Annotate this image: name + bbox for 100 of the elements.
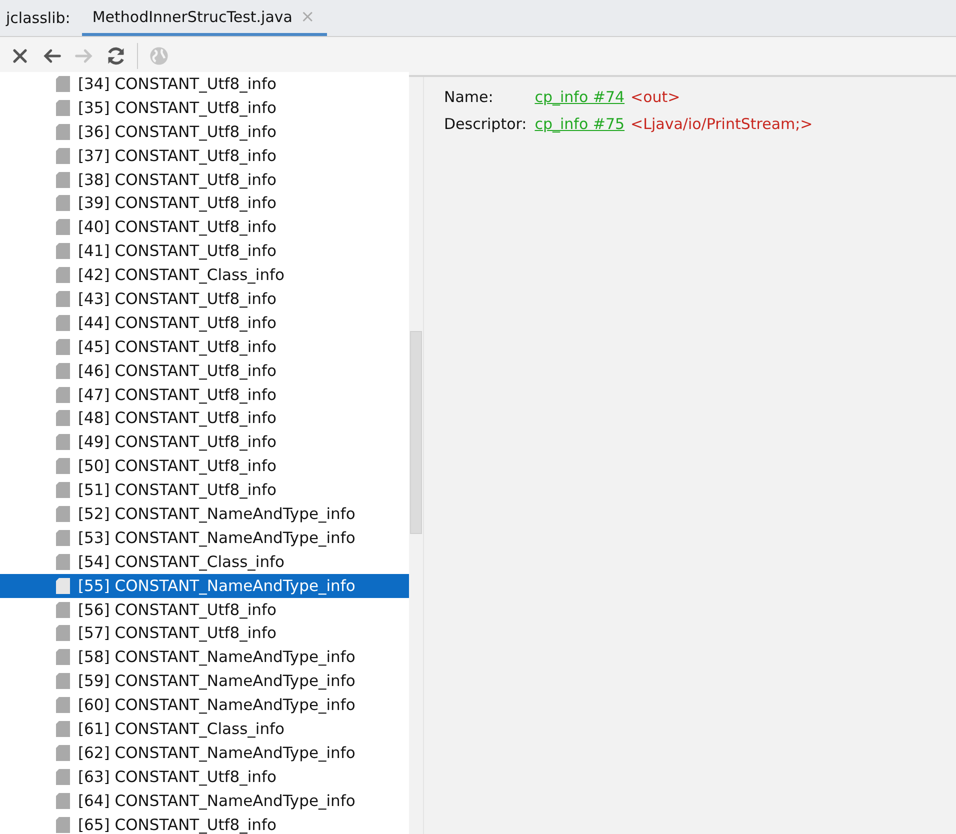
file-icon: [56, 172, 70, 188]
tree-item[interactable]: [59] CONSTANT_NameAndType_info: [0, 669, 409, 694]
tree-item-label: [36] CONSTANT_Utf8_info: [78, 122, 276, 141]
tree-item-label: [54] CONSTANT_Class_info: [78, 552, 284, 571]
tree-item-label: [40] CONSTANT_Utf8_info: [78, 218, 276, 236]
file-icon: [56, 602, 70, 618]
file-icon: [56, 338, 70, 355]
tree-item-label: [35] CONSTANT_Utf8_info: [78, 98, 276, 117]
tree-item[interactable]: [37] CONSTANT_Utf8_info: [0, 144, 409, 168]
file-icon: [56, 673, 70, 690]
tree-item-label: [62] CONSTANT_NameAndType_info: [78, 744, 356, 762]
file-icon: [56, 195, 70, 212]
tree-item-label: [38] CONSTANT_Utf8_info: [78, 170, 276, 188]
file-icon: [56, 243, 70, 260]
tree-item-label: [57] CONSTANT_Utf8_info: [78, 624, 276, 642]
tree-item-label: [47] CONSTANT_Utf8_info: [78, 386, 276, 404]
file-icon: [56, 458, 70, 474]
file-icon: [56, 434, 70, 450]
tree-item-label: [44] CONSTANT_Utf8_info: [78, 314, 276, 332]
panel-label: jclasslib:: [4, 9, 72, 27]
tree-item-label: [49] CONSTANT_Utf8_info: [78, 433, 276, 452]
file-icon: [56, 649, 70, 666]
tree-item[interactable]: [55] CONSTANT_NameAndType_info: [0, 574, 409, 598]
scrollbar-thumb[interactable]: [410, 331, 422, 534]
tree-item[interactable]: [62] CONSTANT_NameAndType_info: [0, 740, 409, 765]
file-icon: [56, 290, 70, 307]
tree-item-label: [61] CONSTANT_Class_info: [78, 720, 284, 738]
tree-item[interactable]: [65] CONSTANT_Utf8_info: [0, 812, 409, 834]
tree-item[interactable]: [46] CONSTANT_Utf8_info: [0, 358, 409, 383]
file-icon: [56, 76, 70, 92]
tree-item-label: [37] CONSTANT_Utf8_info: [78, 146, 276, 165]
file-icon: [56, 410, 70, 426]
tree-item-label: [34] CONSTANT_Utf8_info: [78, 74, 276, 93]
tree-item-label: [48] CONSTANT_Utf8_info: [78, 409, 276, 428]
field-label: Name:: [444, 88, 494, 106]
file-icon: [56, 148, 70, 164]
tree-item-label: [52] CONSTANT_NameAndType_info: [78, 504, 356, 523]
tree-item-label: [42] CONSTANT_Class_info: [78, 266, 284, 284]
tree-item[interactable]: [40] CONSTANT_Utf8_info: [0, 215, 409, 240]
tree-item-label: [46] CONSTANT_Utf8_info: [78, 362, 276, 380]
file-icon: [56, 267, 70, 284]
tree-item[interactable]: [61] CONSTANT_Class_info: [0, 717, 409, 741]
tree-item-label: [58] CONSTANT_NameAndType_info: [78, 648, 356, 666]
tree-item-label: [53] CONSTANT_NameAndType_info: [78, 528, 356, 547]
tree-item[interactable]: [57] CONSTANT_Utf8_info: [0, 621, 409, 646]
file-icon: [56, 720, 70, 737]
tree-item[interactable]: [47] CONSTANT_Utf8_info: [0, 382, 409, 406]
tree-item[interactable]: [53] CONSTANT_NameAndType_info: [0, 526, 409, 550]
tree-item[interactable]: [36] CONSTANT_Utf8_info: [0, 120, 409, 144]
tree-item-label: [43] CONSTANT_Utf8_info: [78, 290, 276, 308]
file-icon: [56, 744, 70, 761]
file-icon: [56, 219, 70, 236]
tree-item[interactable]: [41] CONSTANT_Utf8_info: [0, 239, 409, 264]
tree-item[interactable]: [56] CONSTANT_Utf8_info: [0, 598, 409, 622]
file-icon: [56, 314, 70, 331]
tree-item-label: [59] CONSTANT_NameAndType_info: [78, 672, 356, 690]
tree-item-label: [39] CONSTANT_Utf8_info: [78, 194, 276, 212]
field-value: <out>: [630, 88, 680, 106]
tree-item[interactable]: [51] CONSTANT_Utf8_info: [0, 478, 409, 502]
tree-item-label: [56] CONSTANT_Utf8_info: [78, 600, 276, 619]
tree-item-label: [60] CONSTANT_NameAndType_info: [78, 696, 356, 714]
file-icon: [56, 482, 70, 498]
file-icon: [56, 530, 70, 546]
file-icon: [56, 697, 70, 714]
tree-item-label: [51] CONSTANT_Utf8_info: [78, 481, 276, 500]
field-value: <Ljava/io/PrintStream;>: [630, 115, 813, 133]
tree-item-label: [45] CONSTANT_Utf8_info: [78, 338, 276, 356]
tree-item[interactable]: [54] CONSTANT_Class_info: [0, 550, 409, 574]
tree-item[interactable]: [43] CONSTANT_Utf8_info: [0, 287, 409, 311]
tree-item-label: [50] CONSTANT_Utf8_info: [78, 457, 276, 476]
file-icon: [56, 768, 70, 785]
file-icon: [56, 554, 70, 570]
tree-item[interactable]: [48] CONSTANT_Utf8_info: [0, 406, 409, 430]
tree-item-label: [65] CONSTANT_Utf8_info: [78, 816, 276, 834]
tree-item[interactable]: [42] CONSTANT_Class_info: [0, 263, 409, 288]
file-icon: [56, 124, 70, 140]
tree-item[interactable]: [52] CONSTANT_NameAndType_info: [0, 502, 409, 526]
file-icon: [56, 506, 70, 522]
tree-item-label: [41] CONSTANT_Utf8_info: [78, 242, 276, 260]
file-icon: [56, 578, 70, 594]
tree-item[interactable]: [58] CONSTANT_NameAndType_info: [0, 645, 409, 670]
tree-item[interactable]: [44] CONSTANT_Utf8_info: [0, 310, 409, 335]
tree-item-label: [63] CONSTANT_Utf8_info: [78, 768, 276, 786]
tree-item-label: [55] CONSTANT_NameAndType_info: [78, 576, 356, 595]
tree-item[interactable]: [63] CONSTANT_Utf8_info: [0, 764, 409, 789]
tree-item[interactable]: [64] CONSTANT_NameAndType_info: [0, 788, 409, 813]
tree-item[interactable]: [34] CONSTANT_Utf8_info: [0, 72, 409, 96]
tree-item[interactable]: [60] CONSTANT_NameAndType_info: [0, 693, 409, 718]
field-label: Descriptor:: [444, 115, 527, 133]
file-icon: [56, 816, 70, 833]
tree-item[interactable]: [45] CONSTANT_Utf8_info: [0, 334, 409, 359]
file-icon: [56, 625, 70, 642]
file-icon: [56, 386, 70, 403]
file-icon: [56, 362, 70, 379]
tree-item[interactable]: [49] CONSTANT_Utf8_info: [0, 430, 409, 454]
tree-item-label: [64] CONSTANT_NameAndType_info: [78, 792, 356, 810]
tree-item[interactable]: [39] CONSTANT_Utf8_info: [0, 191, 409, 216]
tree-item[interactable]: [50] CONSTANT_Utf8_info: [0, 454, 409, 478]
tree-item[interactable]: [38] CONSTANT_Utf8_info: [0, 168, 409, 192]
tree-item[interactable]: [35] CONSTANT_Utf8_info: [0, 96, 409, 120]
